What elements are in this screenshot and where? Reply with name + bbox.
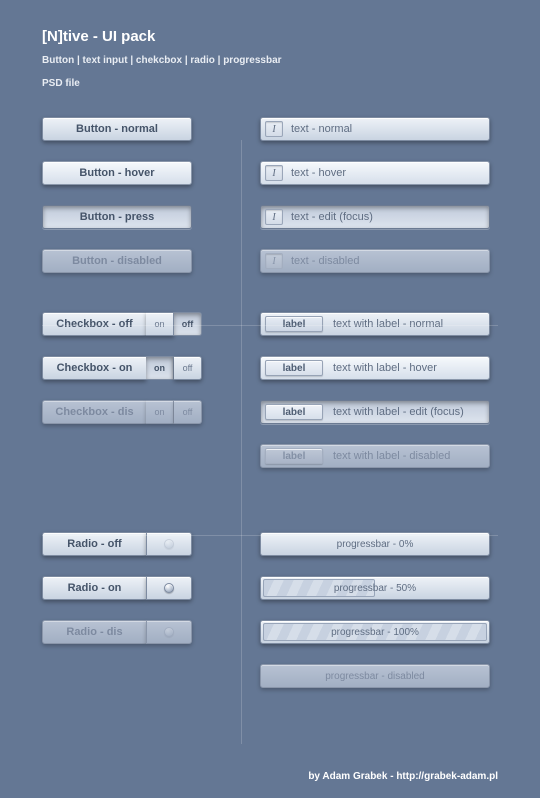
checkbox-label: Checkbox - off — [42, 312, 146, 336]
textinput-normal[interactable]: I text - normal — [260, 117, 490, 141]
textinput-focus[interactable]: I text - edit (focus) — [260, 205, 490, 229]
labelinput-focus[interactable]: label text with label - edit (focus) — [260, 400, 490, 424]
radio-label: Radio - dis — [42, 620, 146, 644]
label-tag: label — [265, 360, 323, 376]
progress-label: progressbar - 50% — [334, 583, 416, 594]
textinput-value: text - hover — [291, 167, 346, 179]
radio-indicator[interactable] — [146, 576, 192, 600]
radio-dot-icon — [164, 627, 174, 637]
radio-indicator — [146, 620, 192, 644]
labelinput-hover[interactable]: label text with label - hover — [260, 356, 490, 380]
labelinput-value: text with label - normal — [333, 318, 443, 330]
page-subtitle: Button | text input | chekcbox | radio |… — [42, 55, 498, 66]
text-cursor-icon: I — [265, 121, 283, 137]
progressbar-50: progressbar - 50% — [260, 576, 490, 600]
checkbox-on-pill[interactable]: on — [146, 356, 174, 380]
page-title: [N]tive - UI pack — [42, 28, 498, 45]
textinput-disabled: I text - disabled — [260, 249, 490, 273]
checkbox-on-pill[interactable]: on — [146, 312, 174, 336]
textinput-value: text - normal — [291, 123, 352, 135]
checkbox-off-pill[interactable]: off — [174, 356, 202, 380]
text-cursor-icon: I — [265, 209, 283, 225]
text-cursor-icon: I — [265, 165, 283, 181]
radio-label: Radio - on — [42, 576, 146, 600]
divider-horizontal — [42, 535, 498, 536]
checkbox-label: Checkbox - dis — [42, 400, 146, 424]
checkbox-label: Checkbox - on — [42, 356, 146, 380]
label-tag: label — [265, 448, 323, 464]
button-press[interactable]: Button - press — [42, 205, 192, 229]
divider-horizontal — [42, 325, 498, 326]
progress-label: progressbar - disabled — [325, 671, 425, 682]
textinput-value: text - edit (focus) — [291, 211, 373, 223]
checkbox-off[interactable]: Checkbox - off on off — [42, 312, 202, 336]
label-tag: label — [265, 404, 323, 420]
progress-label: progressbar - 0% — [337, 539, 414, 550]
file-type: PSD file — [42, 78, 498, 89]
radio-dot-icon — [164, 583, 174, 593]
progressbar-disabled: progressbar - disabled — [260, 664, 490, 688]
checkbox-on-pill: on — [146, 400, 174, 424]
progress-label: progressbar - 100% — [331, 627, 419, 638]
checkbox-disabled: Checkbox - dis on off — [42, 400, 202, 424]
checkbox-off-pill[interactable]: off — [174, 312, 202, 336]
checkbox-on[interactable]: Checkbox - on on off — [42, 356, 202, 380]
labelinput-disabled: label text with label - disabled — [260, 444, 490, 468]
labelinput-value: text with label - edit (focus) — [333, 406, 464, 418]
labelinput-value: text with label - hover — [333, 362, 437, 374]
label-tag: label — [265, 316, 323, 332]
radio-disabled: Radio - dis — [42, 620, 192, 644]
labelinput-normal[interactable]: label text with label - normal — [260, 312, 490, 336]
button-normal[interactable]: Button - normal — [42, 117, 192, 141]
labelinput-value: text with label - disabled — [333, 450, 450, 462]
radio-on[interactable]: Radio - on — [42, 576, 192, 600]
text-cursor-icon: I — [265, 253, 283, 269]
checkbox-off-pill: off — [174, 400, 202, 424]
radio-dot-icon — [164, 539, 174, 549]
progressbar-100: progressbar - 100% — [260, 620, 490, 644]
divider-vertical — [241, 140, 242, 744]
button-disabled: Button - disabled — [42, 249, 192, 273]
button-hover[interactable]: Button - hover — [42, 161, 192, 185]
textinput-hover[interactable]: I text - hover — [260, 161, 490, 185]
footer-credit: by Adam Grabek - http://grabek-adam.pl — [308, 771, 498, 782]
textinput-value: text - disabled — [291, 255, 359, 267]
